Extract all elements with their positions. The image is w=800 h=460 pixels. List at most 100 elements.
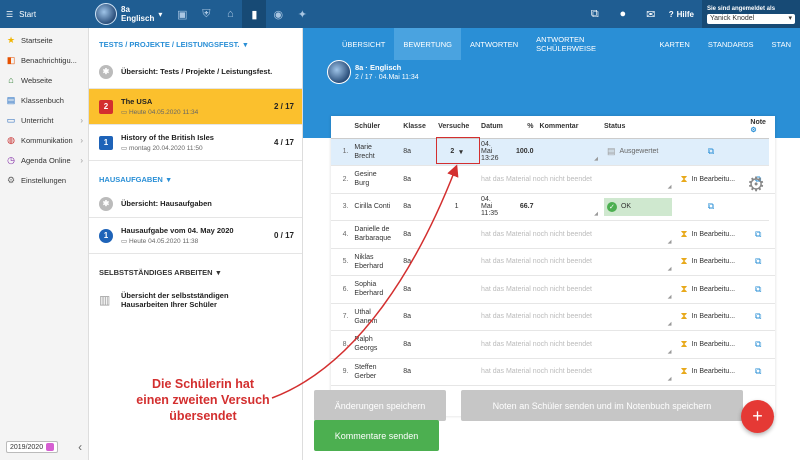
section-header-homework[interactable]: HAUSAUFGABEN ▾ [89, 161, 302, 190]
sidebar-item-agenda-online[interactable]: ◷ Agenda Online › [0, 150, 88, 170]
grading-table-card: Schüler Klasse Versuche Datum % Kommenta… [331, 116, 775, 416]
save-changes-button[interactable]: Änderungen speichern [314, 390, 446, 421]
external-link-icon[interactable]: ⧉ [747, 330, 769, 359]
section-header-tests[interactable]: TESTS / PROJEKTE / LEISTUNGSFEST. ▾ [89, 28, 302, 55]
not-finished-text: hat das Material noch nicht beendet [478, 165, 601, 194]
student-name-cell[interactable]: Cirilla Conti [351, 193, 401, 221]
col-datum[interactable]: Datum [478, 116, 506, 139]
external-link-icon[interactable]: ⧉ [674, 138, 748, 166]
school-icon[interactable]: ⌂ [218, 0, 242, 28]
help-button[interactable]: ? Hilfe [669, 10, 694, 19]
grade-cell[interactable] [747, 138, 769, 166]
list-item-overview-tests[interactable]: ✱ Übersicht: Tests / Projekte / Leistung… [89, 55, 302, 89]
student-name-cell[interactable]: Uthal Ganem [351, 303, 401, 331]
tab-uebersicht[interactable]: ÜBERSICHT [333, 28, 394, 60]
add-button[interactable]: + [741, 400, 774, 433]
col-versuche[interactable]: Versuche [435, 116, 479, 139]
grade-cell[interactable] [747, 193, 769, 221]
comment-field[interactable] [536, 138, 601, 166]
grade-cell[interactable] [769, 358, 775, 386]
globe-icon[interactable]: ◉ [266, 0, 290, 28]
gear-icon[interactable]: ⚙ [750, 127, 756, 134]
external-link-icon[interactable]: ⧉ [747, 248, 769, 276]
comment-field[interactable] [536, 193, 601, 221]
tab-antworten[interactable]: ANTWORTEN [461, 28, 527, 60]
class-selector[interactable]: 8a Englisch ▾ [95, 3, 162, 25]
sidebar-item-einstellungen[interactable]: ⚙ Einstellungen [0, 170, 88, 190]
comment-field[interactable] [600, 358, 675, 386]
external-link-icon[interactable]: ⧉ [747, 220, 769, 249]
comment-field[interactable] [600, 275, 675, 304]
walking-icon[interactable]: ✦ [290, 0, 314, 28]
student-name-cell[interactable]: Ralph Georgs [351, 330, 401, 359]
student-first-name: Uthal [354, 308, 371, 316]
student-name-cell[interactable]: Marie Brecht [351, 138, 401, 166]
student-name-cell[interactable]: Gesine Burg [351, 165, 401, 194]
table-row: 3.Cirilla Conti8a104. Mai 11:3566.7✓OK⧉ [331, 193, 775, 221]
comment-field[interactable] [600, 220, 675, 249]
student-name-cell[interactable]: Danielle de Barbaraque [351, 220, 401, 249]
tab-stan[interactable]: STAN [763, 28, 800, 60]
col-klasse[interactable]: Klasse [400, 116, 436, 139]
annotation-line: übersendet [169, 409, 237, 423]
attempts-highlight-box [436, 137, 480, 164]
user-menu[interactable]: Sie sind angemeldet als Yanick Knodel ▾ [702, 0, 800, 28]
section-header-independent-work[interactable]: SELBSTSTÄNDIGES ARBEITEN ▾ [89, 254, 302, 283]
sidebar-item-kommunikation[interactable]: ◍ Kommunikation › [0, 130, 88, 150]
external-link-icon[interactable]: ⧉ [674, 193, 748, 221]
table-row: 9. Steffen Gerber 8a hat das Material noch n… [331, 358, 775, 386]
sidebar-item-startseite[interactable]: ★ Startseite [0, 30, 88, 50]
list-item-overview-homework[interactable]: ✱ Übersicht: Hausaufgaben [89, 190, 302, 218]
sidebar-item-webseite[interactable]: ⌂ Webseite [0, 70, 88, 90]
student-name-cell[interactable]: Niklas Eberhard [351, 248, 401, 276]
col-kommentar: Kommentar [536, 116, 601, 139]
external-link-icon[interactable]: ⧉ [747, 275, 769, 304]
comment-field[interactable] [600, 165, 675, 194]
col-status[interactable]: Status [600, 116, 675, 139]
list-item-homework-may[interactable]: 1 Hausaufgabe vom 04. May 2020 ▭ Heute 0… [89, 218, 302, 254]
grade-cell[interactable] [769, 165, 775, 194]
sidebar-item-klassenbuch[interactable]: ▤ Klassenbuch [0, 90, 88, 110]
tab-standards[interactable]: STANDARDS [699, 28, 763, 60]
chevron-down-icon: ▾ [788, 15, 792, 22]
list-item-independent-overview[interactable]: ▥ Übersicht der selbstständigen Hausarbe… [89, 283, 302, 317]
external-link-icon[interactable]: ⧉ [747, 303, 769, 331]
list-item-british-isles[interactable]: 1 History of the British Isles ▭ montag … [89, 125, 302, 161]
sidebar-item-unterricht[interactable]: ▭ Unterricht › [0, 110, 88, 130]
chat-icon[interactable]: ● [609, 8, 637, 20]
tab-bewertung[interactable]: BEWERTUNG [394, 28, 461, 60]
external-link-icon[interactable]: ⧉ [747, 358, 769, 386]
class-line: 8a · Englisch [355, 62, 402, 72]
student-name-cell[interactable]: Steffen Gerber [351, 358, 401, 386]
tab-antworten-schuelerweise[interactable]: ANTWORTEN SCHÜLERWEISE [527, 28, 650, 60]
student-name-cell[interactable]: Sophia Eberhard [351, 275, 401, 304]
list-item-title: Übersicht der selbstständigen [121, 291, 229, 300]
collapse-sidebar-icon[interactable]: ‹ [78, 440, 82, 454]
grade-cell[interactable] [769, 275, 775, 304]
mail-icon[interactable]: ✉ [637, 8, 665, 21]
grade-cell[interactable] [769, 248, 775, 276]
list-item-the-usa[interactable]: 2 The USA ▭ Heute 04.05.2020 11:34 2 / 1… [89, 89, 302, 125]
gear-icon[interactable]: ⚙ [747, 172, 765, 197]
grade-cell[interactable] [769, 330, 775, 359]
start-menu[interactable]: ☰ Start [0, 10, 90, 19]
chart-icon[interactable]: ▮ [242, 0, 267, 28]
send-comments-button[interactable]: Kommentare senden [314, 420, 439, 451]
col-schueler[interactable]: Schüler [351, 116, 401, 139]
col-percent[interactable]: % [505, 116, 537, 139]
grade-cell[interactable] [769, 220, 775, 249]
tab-karten[interactable]: KARTEN [651, 28, 699, 60]
sidebar-item-benachrichtigungen[interactable]: ◧ Benachrichtigu... [0, 50, 88, 70]
student-last-name: Brecht [354, 152, 375, 160]
school-year-select[interactable]: 2019/2020 [6, 441, 59, 453]
comment-field[interactable] [600, 303, 675, 331]
comment-field[interactable] [600, 330, 675, 359]
comment-field[interactable] [600, 248, 675, 276]
book-icon: ▥ [99, 293, 111, 307]
annotation-text: Die Schülerin hat einen zweiten Versuch … [108, 376, 298, 424]
send-grades-button[interactable]: Noten an Schüler senden und im Notenbuch… [461, 390, 743, 421]
screen-share-icon[interactable]: ⧉ [581, 8, 609, 21]
shield-icon[interactable]: ⛨ [194, 0, 218, 28]
grade-cell[interactable] [769, 303, 775, 331]
briefcase-icon[interactable]: ▣ [170, 0, 194, 28]
